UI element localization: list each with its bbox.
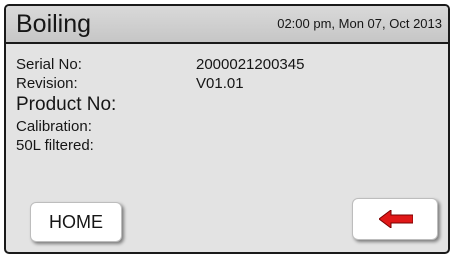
home-button-label: HOME [49, 212, 103, 232]
info-panel: Serial No: 2000021200345 Revision: V01.0… [6, 44, 448, 252]
left-arrow-icon [379, 210, 413, 228]
page-title: Boiling [16, 10, 92, 38]
calibration-label: Calibration: [16, 118, 92, 135]
revision-label: Revision: [16, 75, 78, 92]
serial-label: Serial No: [16, 56, 82, 73]
home-button[interactable]: HOME [30, 202, 122, 242]
revision-value: V01.01 [196, 75, 244, 92]
product-label: Product No: [16, 94, 117, 115]
title-bar: Boiling 02:00 pm, Mon 07, Oct 2013 [6, 6, 448, 44]
device-screen: Boiling 02:00 pm, Mon 07, Oct 2013 Seria… [4, 4, 450, 254]
datetime-display: 02:00 pm, Mon 07, Oct 2013 [277, 16, 442, 31]
serial-value: 2000021200345 [196, 56, 305, 73]
filtered-label: 50L filtered: [16, 137, 94, 154]
back-button[interactable] [352, 198, 438, 240]
